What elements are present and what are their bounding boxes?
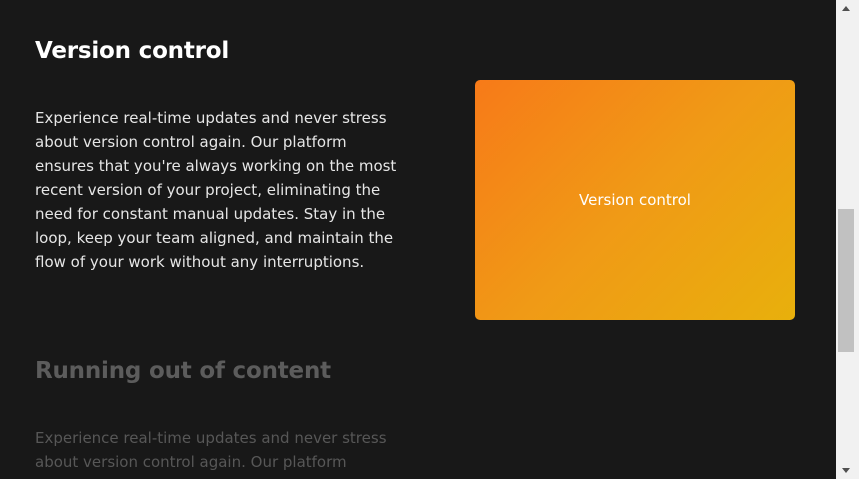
page-content: Version control Experience real-time upd… [0, 0, 836, 479]
scroll-up-button[interactable] [836, 0, 856, 17]
section-running-out: Running out of content Experience real-t… [35, 357, 435, 479]
section-body: Experience real-time updates and never s… [35, 109, 397, 271]
chevron-up-icon [842, 6, 850, 11]
section-version-control: Version control Experience real-time upd… [35, 37, 435, 274]
section-title: Running out of content [35, 358, 331, 384]
feature-image-card: Version control [475, 80, 795, 320]
vertical-scrollbar[interactable] [836, 0, 859, 479]
scroll-down-button[interactable] [836, 462, 856, 479]
scrollbar-thumb[interactable] [838, 209, 854, 352]
feature-card-label: Version control [579, 191, 691, 209]
chevron-down-icon [842, 468, 850, 473]
section-title: Version control [35, 38, 230, 64]
section-body: Experience real-time updates and never s… [35, 429, 387, 479]
